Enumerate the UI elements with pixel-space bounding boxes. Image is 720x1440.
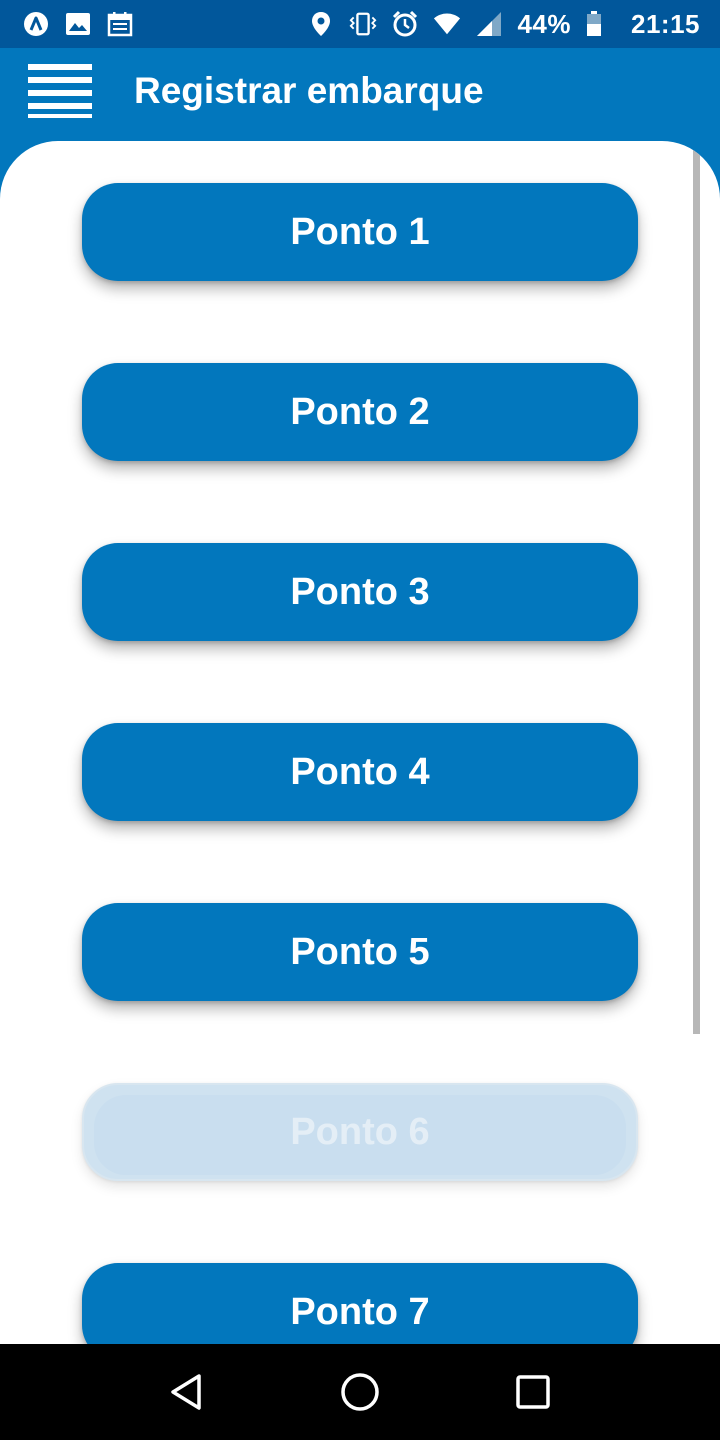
battery-percentage: 44% <box>517 8 571 39</box>
signal-icon <box>475 10 503 38</box>
app-icon <box>22 10 50 38</box>
ponto-label: Ponto 7 <box>290 1290 430 1333</box>
ponto-label: Ponto 2 <box>290 390 430 433</box>
navigation-bar <box>0 1344 720 1440</box>
recents-icon[interactable] <box>505 1364 561 1420</box>
status-bar-right: 44% 21:15 <box>307 9 700 40</box>
location-icon <box>307 10 335 38</box>
scrollbar[interactable] <box>693 141 700 1034</box>
ponto-6-button[interactable]: Ponto 6 <box>82 1083 638 1181</box>
home-icon[interactable] <box>332 1364 388 1420</box>
ponto-label: Ponto 4 <box>290 750 430 793</box>
back-icon[interactable] <box>159 1364 215 1420</box>
battery-icon <box>585 10 603 38</box>
wifi-icon <box>433 10 461 38</box>
ponto-label: Ponto 3 <box>290 570 430 613</box>
calendar-icon <box>106 10 134 38</box>
status-bar-left <box>22 10 134 38</box>
vibrate-icon <box>349 10 377 38</box>
status-time: 21:15 <box>631 8 700 39</box>
ponto-label: Ponto 1 <box>290 210 430 253</box>
ponto-4-button[interactable]: Ponto 4 <box>82 723 638 821</box>
ponto-1-button[interactable]: Ponto 1 <box>82 183 638 281</box>
ponto-3-button[interactable]: Ponto 3 <box>82 543 638 641</box>
ponto-2-button[interactable]: Ponto 2 <box>82 363 638 461</box>
alarm-icon <box>391 10 419 38</box>
ponto-label: Ponto 5 <box>290 930 430 973</box>
ponto-7-button[interactable]: Ponto 7 <box>82 1263 638 1344</box>
page-title: Registrar embarque <box>134 70 484 111</box>
ponto-5-button[interactable]: Ponto 5 <box>82 903 638 1001</box>
app-bar: Registrar embarque <box>0 48 720 142</box>
ponto-label: Ponto 6 <box>290 1110 430 1153</box>
hamburger-menu-icon[interactable] <box>28 62 94 118</box>
status-bar: 44% 21:15 <box>0 0 720 48</box>
image-icon <box>64 10 92 38</box>
ponto-list: Ponto 1 Ponto 2 Ponto 3 Ponto 4 Ponto 5 … <box>0 141 720 1344</box>
